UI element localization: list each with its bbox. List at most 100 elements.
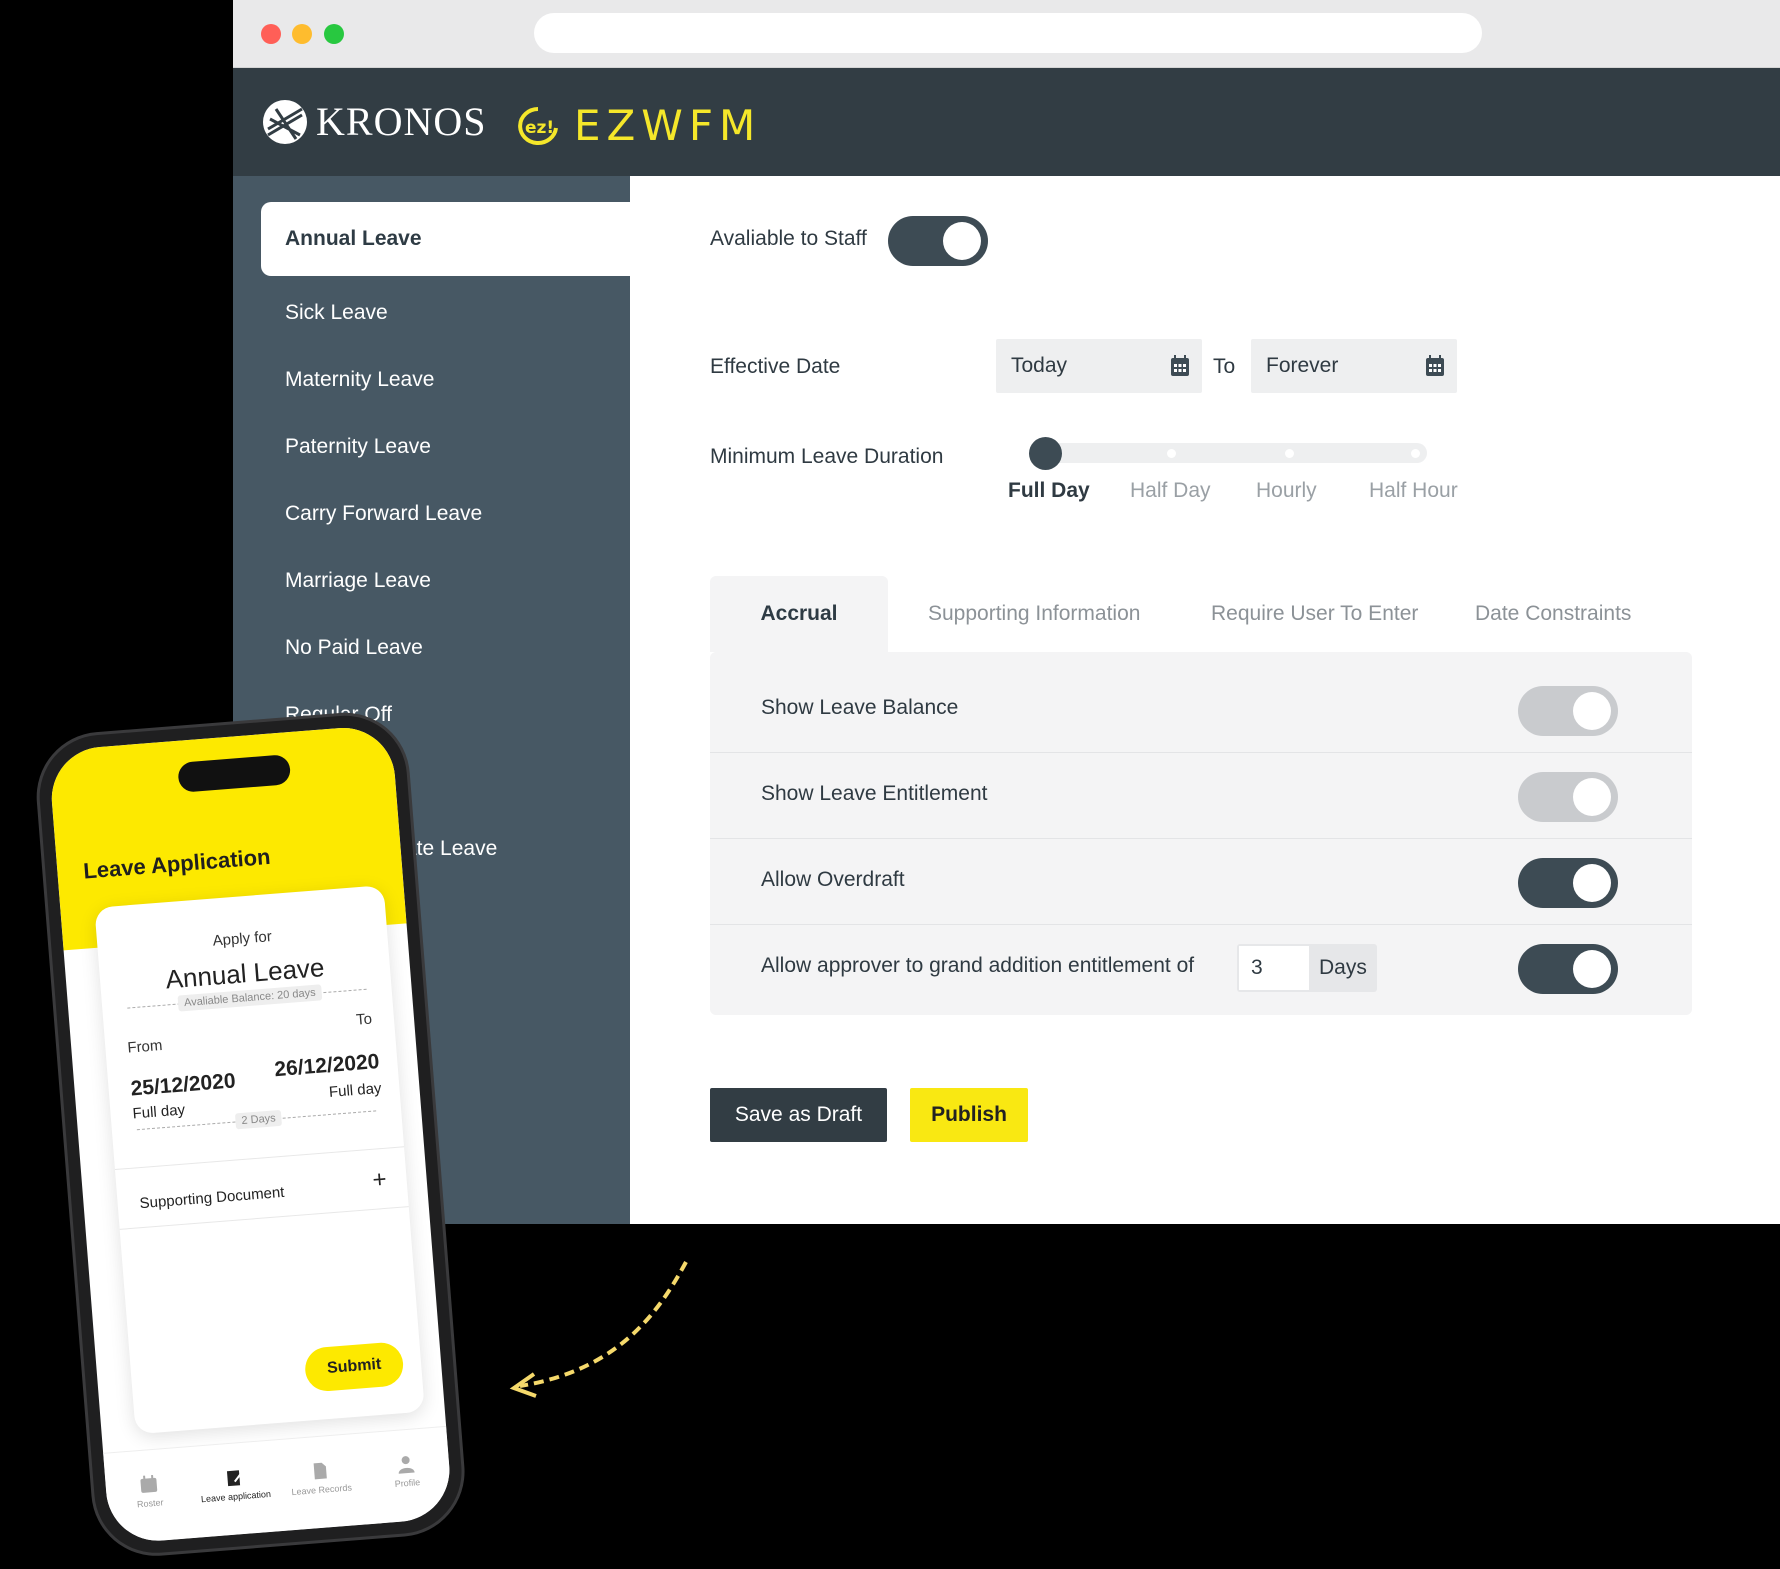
ez-badge-icon: ez!: [518, 106, 558, 145]
document-icon: [313, 1462, 327, 1480]
sidebar-item-maternity-leave[interactable]: Maternity Leave: [261, 343, 630, 417]
sidebar-item-label: Paternity Leave: [285, 435, 431, 458]
row-label: Allow Overdraft: [761, 868, 905, 891]
sidebar-item-paternity-leave[interactable]: Paternity Leave: [261, 410, 630, 484]
sidebar-item-carry-forward-leave[interactable]: Carry Forward Leave: [261, 477, 630, 551]
date-from-value: Today: [1011, 354, 1068, 377]
to-label: To: [355, 1010, 373, 1029]
nav-item-leave-records[interactable]: Leave Records: [277, 1458, 365, 1499]
sidebar-item-no-paid-leave[interactable]: No Paid Leave: [261, 611, 630, 685]
nav-item-profile[interactable]: Profile: [362, 1451, 450, 1492]
kronos-wordmark: KRONOS: [316, 99, 487, 144]
tab-supporting-information[interactable]: Supporting Information: [928, 576, 1140, 652]
to-day-type: Full day: [328, 1079, 383, 1101]
available-to-staff-toggle[interactable]: [888, 216, 988, 266]
nav-label: Leave Records: [291, 1482, 353, 1498]
toggle-knob: [1573, 950, 1611, 988]
sidebar-item-annual-leave[interactable]: Annual Leave: [261, 202, 630, 276]
tab-label: Date Constraints: [1475, 602, 1632, 625]
main-content: Avaliable to Staff Effective Date Today …: [630, 176, 1780, 1224]
tab-label: Require User To Enter: [1211, 602, 1419, 625]
sidebar-item-label: Sick Leave: [285, 301, 388, 324]
arrow-icon: [509, 1261, 688, 1398]
kronos-mark-icon: [263, 99, 307, 144]
effective-date-label: Effective Date: [710, 355, 841, 378]
accrual-row-show-leave-balance: Show Leave Balance: [710, 667, 1692, 753]
entitlement-days-unit: Days: [1319, 956, 1367, 979]
divider: [114, 1146, 405, 1171]
nav-label: Roster: [136, 1497, 164, 1510]
additional-entitlement-toggle[interactable]: [1518, 944, 1618, 994]
show-leave-entitlement-toggle[interactable]: [1518, 772, 1618, 822]
slider-handle[interactable]: [1029, 437, 1062, 470]
toggle-knob: [943, 222, 981, 260]
submit-button[interactable]: Submit: [303, 1341, 405, 1393]
row-label: Show Leave Entitlement: [761, 782, 988, 805]
add-document-icon[interactable]: +: [372, 1166, 388, 1195]
effective-date-to-field[interactable]: Forever: [1251, 339, 1457, 393]
entitlement-days-input[interactable]: 3: [1239, 946, 1309, 990]
effective-date-to-label: To: [1213, 355, 1236, 378]
from-day-type: Full day: [131, 1101, 186, 1123]
from-label: From: [126, 1036, 164, 1057]
sidebar-item-sick-leave[interactable]: Sick Leave: [261, 276, 630, 350]
ezwfm-logo: ez! EZWFM: [516, 101, 761, 150]
nav-item-roster[interactable]: Roster: [105, 1471, 193, 1512]
duration-badge: 2 Days: [234, 1109, 283, 1130]
maximize-window-button[interactable]: [324, 24, 344, 44]
address-bar[interactable]: [534, 13, 1482, 53]
phone-frame: Leave Application Apply for Annual Leave…: [35, 711, 467, 1558]
effective-date-from-field[interactable]: Today: [996, 339, 1202, 393]
allow-overdraft-toggle[interactable]: [1518, 858, 1618, 908]
min-leave-duration-slider[interactable]: [1029, 443, 1427, 463]
accrual-row-additional-entitlement: Allow approver to grand addition entitle…: [710, 925, 1692, 1011]
tab-accrual[interactable]: Accrual: [710, 576, 888, 652]
sidebar-item-label: Carry Forward Leave: [285, 502, 483, 525]
phone-screen: Leave Application Apply for Annual Leave…: [47, 724, 454, 1545]
nav-item-leave-application[interactable]: Leave application: [191, 1464, 279, 1505]
kronos-logo: KRONOS: [262, 98, 486, 145]
app-header: KRONOS ez! EZWFM: [233, 68, 1780, 176]
tab-date-constraints[interactable]: Date Constraints: [1475, 576, 1631, 652]
browser-chrome: [233, 0, 1780, 68]
tab-require-user-to-enter[interactable]: Require User To Enter: [1211, 576, 1418, 652]
sidebar-item-marriage-leave[interactable]: Marriage Leave: [261, 544, 630, 618]
sidebar-item-label: No Paid Leave: [285, 636, 423, 659]
toggle-knob: [1573, 692, 1611, 730]
user-icon: [398, 1456, 415, 1474]
duration-option-hourly[interactable]: Hourly: [1256, 479, 1317, 503]
nav-label: Leave application: [200, 1488, 272, 1505]
publish-button[interactable]: Publish: [910, 1088, 1028, 1142]
slider-stop[interactable]: [1411, 449, 1420, 458]
sidebar-item-label: Marriage Leave: [285, 569, 431, 592]
min-leave-duration-label: Minimum Leave Duration: [710, 445, 944, 468]
tab-label: Accrual: [760, 602, 838, 625]
calendar-icon: [140, 1475, 158, 1493]
svg-text:ez!: ez!: [525, 118, 554, 138]
ezwfm-wordmark: EZWFM: [574, 101, 762, 150]
phone-mockup: Leave Application Apply for Annual Leave…: [0, 711, 500, 1569]
duration-option-full-day[interactable]: Full Day: [1008, 479, 1090, 503]
from-date[interactable]: 25/12/2020: [130, 1069, 237, 1101]
mobile-bottom-nav: Roster Leave application Leave Records P…: [103, 1425, 454, 1545]
duration-option-half-hour[interactable]: Half Hour: [1369, 479, 1458, 503]
close-window-button[interactable]: [261, 24, 281, 44]
calendar-icon[interactable]: [1425, 355, 1445, 377]
to-date[interactable]: 26/12/2020: [274, 1050, 381, 1082]
available-to-staff-label: Avaliable to Staff: [710, 227, 867, 250]
entitlement-days-field: 3 Days: [1237, 944, 1377, 992]
calendar-icon[interactable]: [1170, 355, 1190, 377]
slider-stop[interactable]: [1167, 449, 1176, 458]
sidebar-item-label: Annual Leave: [285, 227, 422, 250]
show-leave-balance-toggle[interactable]: [1518, 686, 1618, 736]
toggle-knob: [1573, 778, 1611, 816]
minimize-window-button[interactable]: [292, 24, 312, 44]
sidebar-item-label: Maternity Leave: [285, 368, 435, 391]
duration-option-half-day[interactable]: Half Day: [1130, 479, 1211, 503]
accrual-row-show-leave-entitlement: Show Leave Entitlement: [710, 753, 1692, 839]
date-to-value: Forever: [1266, 354, 1339, 377]
save-as-draft-button[interactable]: Save as Draft: [710, 1088, 887, 1142]
edit-document-icon: [226, 1470, 243, 1487]
row-label: Allow approver to grand addition entitle…: [761, 954, 1195, 977]
slider-stop[interactable]: [1285, 449, 1294, 458]
